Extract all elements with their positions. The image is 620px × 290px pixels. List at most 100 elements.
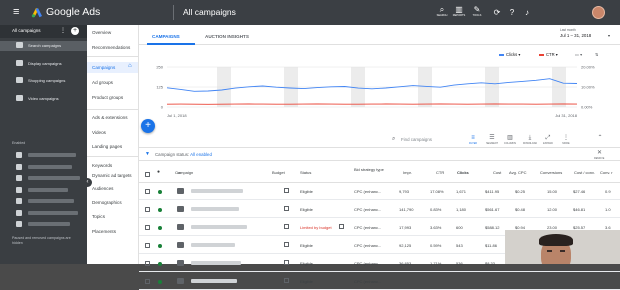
- add-campaign-button[interactable]: +: [141, 119, 155, 133]
- sidebar-item-video-campaigns[interactable]: Video campaigns: [0, 94, 87, 104]
- filter-button[interactable]: ≡FILTER: [464, 135, 482, 145]
- sidebar-campaign-item[interactable]: [28, 176, 80, 180]
- tab-auction-insights[interactable]: AUCTION INSIGHTS: [205, 34, 249, 39]
- nav-item-dynamic-ad-targets[interactable]: Dynamic ad targets: [92, 173, 132, 178]
- more-icon: ⋮: [557, 135, 575, 142]
- budget-edit-icon[interactable]: [284, 224, 289, 229]
- campaign-name-link[interactable]: [191, 207, 239, 211]
- sidebar-item-shopping-campaigns[interactable]: Shopping campaigns: [0, 76, 87, 86]
- col-cost-per-conv[interactable]: Cost / conv.: [574, 171, 595, 175]
- budget-edit-icon[interactable]: [284, 188, 289, 193]
- add-campaign-icon[interactable]: +: [71, 27, 79, 35]
- date-range-picker[interactable]: Last month Jul 1 – 31, 2018 ▾: [560, 28, 591, 38]
- row-checkbox[interactable]: [145, 279, 150, 284]
- sidebar-campaign-item[interactable]: [28, 188, 68, 192]
- col-conversions[interactable]: Conversions: [540, 171, 562, 175]
- col-ctr[interactable]: CTR: [436, 171, 444, 175]
- nav-item-campaigns[interactable]: Campaigns⌂: [87, 62, 138, 73]
- more-options-icon[interactable]: ⋮: [60, 27, 66, 34]
- col-impr[interactable]: Impr.: [403, 171, 412, 175]
- campaign-name-link[interactable]: [191, 225, 247, 229]
- nav-item-placements[interactable]: Placements: [92, 229, 116, 234]
- search-button[interactable]: ⌕SEARCH: [435, 5, 449, 18]
- nav-item-ad-groups[interactable]: Ad groups: [92, 80, 113, 85]
- reports-button[interactable]: ▥REPORTS: [452, 5, 466, 18]
- hamburger-menu-icon[interactable]: ≡: [13, 7, 19, 18]
- sidebar-campaign-item[interactable]: [28, 199, 74, 203]
- remove-filter-label[interactable]: REMOVE: [594, 157, 604, 160]
- collapse-sidebar-icon[interactable]: ‹: [83, 178, 92, 187]
- account-avatar[interactable]: [592, 6, 605, 19]
- col-cost[interactable]: Cost: [493, 171, 501, 175]
- nav-item-demographics[interactable]: Demographics: [92, 200, 122, 205]
- enabled-status-dot[interactable]: [158, 190, 162, 194]
- filter-icon[interactable]: ▼: [145, 151, 150, 157]
- enabled-status-dot[interactable]: [158, 280, 162, 284]
- filter-chip[interactable]: Campaign status: All enabled: [155, 152, 212, 157]
- remove-filter-icon[interactable]: ✕: [597, 149, 602, 156]
- budget-edit-icon[interactable]: [284, 206, 289, 211]
- more-button[interactable]: ⋮MORE: [557, 135, 575, 145]
- sidebar-campaign-item[interactable]: [28, 165, 72, 169]
- sidebar-header[interactable]: All campaigns ⋮ +: [0, 25, 87, 38]
- metric-selector-ctr[interactable]: CTR ▾: [539, 52, 558, 57]
- select-all-checkbox[interactable]: [145, 172, 150, 177]
- sidebar-campaign-item[interactable]: [28, 153, 76, 157]
- collapse-button[interactable]: ⌃: [591, 135, 609, 142]
- nav-item-overview[interactable]: Overview: [92, 30, 111, 35]
- col-status[interactable]: Status: [300, 171, 311, 175]
- table-row[interactable]: EligibleCPC (enhanc...141,7900.83%1,180$…: [139, 201, 620, 218]
- campaign-name-link[interactable]: [191, 243, 235, 247]
- campaign-name-link[interactable]: [191, 189, 243, 193]
- sidebar-item-display-campaigns[interactable]: Display campaigns: [0, 59, 87, 69]
- sidebar-campaign-item[interactable]: [28, 222, 70, 226]
- chart-settings-icon[interactable]: ⇅: [595, 52, 599, 57]
- enabled-status-dot[interactable]: [158, 262, 162, 266]
- sidebar-item-search-campaigns[interactable]: Search campaigns: [0, 41, 87, 51]
- nav-item-topics[interactable]: Topics: [92, 214, 105, 219]
- campaign-name-link[interactable]: [191, 261, 241, 265]
- nav-item-recommendations[interactable]: Recommendations: [92, 45, 130, 50]
- nav-item-product-groups[interactable]: Product groups: [92, 95, 123, 100]
- col-bid-strategy[interactable]: Bid strategy type: [354, 168, 384, 172]
- video-icon: [16, 210, 22, 216]
- row-checkbox[interactable]: [145, 243, 150, 248]
- sidebar-campaign-item[interactable]: [28, 211, 78, 215]
- nav-item-ads-extensions[interactable]: Ads & extensions: [92, 115, 128, 120]
- download-button[interactable]: ⤓DOWNLOAD: [521, 135, 539, 145]
- nav-item-keywords[interactable]: Keywords: [92, 163, 112, 168]
- budget-edit-icon[interactable]: [284, 260, 289, 265]
- nav-item-landing-pages[interactable]: Landing pages: [92, 144, 122, 149]
- enabled-status-dot[interactable]: [158, 208, 162, 212]
- enabled-status-dot[interactable]: [158, 244, 162, 248]
- metric-selector-clicks[interactable]: Clicks ▾: [499, 52, 520, 57]
- brand-name[interactable]: Google Ads: [46, 6, 100, 18]
- refresh-button[interactable]: ⟳: [490, 8, 504, 17]
- help-button[interactable]: ?: [505, 8, 519, 17]
- nav-item-videos[interactable]: Videos: [92, 130, 106, 135]
- table-row[interactable]: EligibleCPC (enhanc...9,79317.08%1,671$4…: [139, 183, 620, 200]
- col-conv-rate[interactable]: Conv. r: [600, 171, 613, 175]
- col-clicks[interactable]: Clicks: [457, 171, 469, 175]
- tools-button[interactable]: ✎TOOLS: [470, 5, 484, 18]
- budget-edit-icon[interactable]: [284, 278, 289, 283]
- expand-button[interactable]: ⤢EXPAND: [539, 135, 557, 145]
- find-campaigns-input[interactable]: ⌕ Find campaigns: [401, 137, 432, 142]
- row-checkbox[interactable]: [145, 225, 150, 230]
- col-budget[interactable]: Budget: [272, 171, 285, 175]
- col-avg-cpc[interactable]: Avg. CPC: [509, 171, 527, 175]
- bell-button[interactable]: ♪: [520, 8, 534, 17]
- nav-item-audiences[interactable]: Audiences: [92, 186, 113, 191]
- columns-button[interactable]: ▥COLUMNS: [501, 135, 519, 145]
- enabled-status-dot[interactable]: [158, 226, 162, 230]
- row-checkbox[interactable]: [145, 189, 150, 194]
- col-campaign[interactable]: Campaign: [175, 171, 193, 175]
- tab-campaigns[interactable]: CAMPAIGNS: [152, 34, 180, 39]
- segment-button[interactable]: ☰SEGMENT: [483, 135, 501, 145]
- table-row[interactable]: EligibleCPC (enhanc...: [139, 273, 620, 290]
- budget-edit-icon[interactable]: [339, 224, 344, 229]
- budget-edit-icon[interactable]: [284, 242, 289, 247]
- campaign-name-link[interactable]: [191, 279, 237, 283]
- row-checkbox[interactable]: [145, 207, 150, 212]
- chart-type-icon[interactable]: ▭ ▾: [575, 52, 582, 57]
